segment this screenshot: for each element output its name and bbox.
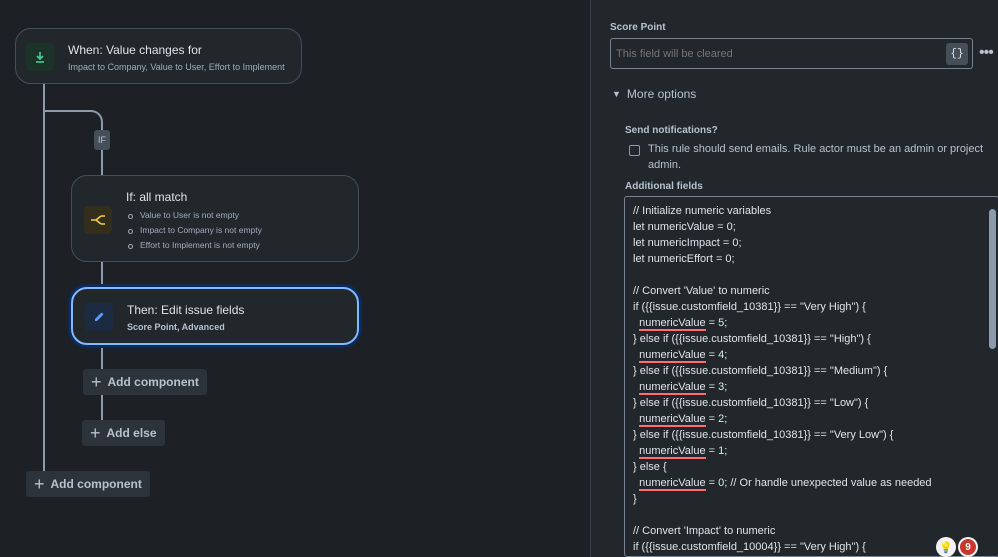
code-line: let numericValue = 0; <box>633 221 736 233</box>
send-notifications-label: Send notifications? <box>625 125 718 136</box>
additional-fields-label: Additional fields <box>625 181 703 192</box>
send-notifications-text: This rule should send emails. Rule actor… <box>648 143 984 171</box>
code-line: } else if ({{issue.customfield_10381}} =… <box>633 333 871 345</box>
score-point-input[interactable] <box>611 47 946 60</box>
branch-curve <box>89 110 103 130</box>
action-card[interactable]: Then: Edit issue fields Score Point, Adv… <box>71 287 359 345</box>
code-line: let numericImpact = 0; <box>633 237 742 249</box>
code-line: let numericEffort = 0; <box>633 253 735 265</box>
if-badge: IF <box>94 130 110 150</box>
code-lines: // Initialize numeric variables let numer… <box>625 197 998 555</box>
edit-fields-panel: Score Point {} ••• ▼ More options Send n… <box>590 0 998 557</box>
code-line: numericValue = 4; <box>639 349 728 363</box>
branch-connector <box>43 110 91 112</box>
code-line: numericValue = 0; // Or handle unexpecte… <box>639 477 932 491</box>
rule-canvas: When: Value changes for Impact to Compan… <box>0 0 590 557</box>
chevron-down-icon: ▼ <box>612 89 621 99</box>
more-options-toggle[interactable]: ▼ More options <box>612 87 696 101</box>
condition-item: Impact to Company is not empty <box>126 223 262 238</box>
add-component-button[interactable]: + Add component <box>83 369 207 395</box>
add-else-button[interactable]: + Add else <box>82 420 165 446</box>
more-actions-icon[interactable]: ••• <box>979 44 994 62</box>
code-line: numericValue = 3; <box>639 381 728 395</box>
code-line: if ({{issue.customfield_10381}} == "Very… <box>633 301 866 313</box>
notification-count: 9 <box>960 539 976 555</box>
condition-item: Effort to Implement is not empty <box>126 238 262 253</box>
add-else-label: Add else <box>106 426 157 440</box>
branch-icon <box>84 206 112 234</box>
code-line: // Convert 'Value' to numeric <box>633 285 770 297</box>
add-component-outer-label: Add component <box>50 477 142 491</box>
code-line: } else if ({{issue.customfield_10381}} =… <box>633 365 888 377</box>
condition-title: If: all match <box>126 190 188 204</box>
editor-scrollbar[interactable] <box>989 209 996 349</box>
trigger-title: When: Value changes for <box>68 43 202 57</box>
plus-icon: + <box>91 372 102 392</box>
plus-icon: + <box>90 423 101 443</box>
pencil-icon <box>85 303 113 331</box>
score-point-field[interactable]: {} <box>610 38 973 69</box>
notification-badge[interactable]: 9 <box>958 537 978 557</box>
plus-icon: + <box>34 474 45 494</box>
action-title: Then: Edit issue fields <box>127 303 245 317</box>
add-component-outer-button[interactable]: + Add component <box>26 471 150 497</box>
code-line: } else if ({{issue.customfield_10381}} =… <box>633 397 869 409</box>
more-options-label: More options <box>626 87 697 101</box>
helper-widget[interactable]: 💡 9 <box>936 537 980 557</box>
send-notifications-checkbox[interactable] <box>629 145 640 156</box>
smart-value-button[interactable]: {} <box>946 42 968 65</box>
condition-item: Value to User is not empty <box>126 208 262 223</box>
condition-list: Value to User is not empty Impact to Com… <box>126 208 262 253</box>
condition-card[interactable]: If: all match Value to User is not empty… <box>71 175 359 262</box>
code-line: } <box>633 493 637 505</box>
code-line: // Initialize numeric variables <box>633 205 772 217</box>
trigger-subtitle: Impact to Company, Value to User, Effort… <box>68 62 285 72</box>
send-notifications-row[interactable]: This rule should send emails. Rule actor… <box>629 141 989 173</box>
add-component-label: Add component <box>107 375 199 389</box>
trigger-card[interactable]: When: Value changes for Impact to Compan… <box>15 28 302 84</box>
code-line: numericValue = 5; <box>639 317 728 331</box>
trigger-icon <box>26 43 54 71</box>
code-line: } else if ({{issue.customfield_10381}} =… <box>633 429 894 441</box>
lightbulb-icon[interactable]: 💡 <box>936 537 956 557</box>
main-connector <box>43 84 45 484</box>
additional-fields-editor[interactable]: // Initialize numeric variables let numer… <box>624 196 998 557</box>
action-subtitle: Score Point, Advanced <box>127 322 225 332</box>
score-point-label: Score Point <box>610 22 666 33</box>
code-line: } else { <box>633 461 667 473</box>
code-line: numericValue = 2; <box>639 413 728 427</box>
code-line: numericValue = 1; <box>639 445 728 459</box>
